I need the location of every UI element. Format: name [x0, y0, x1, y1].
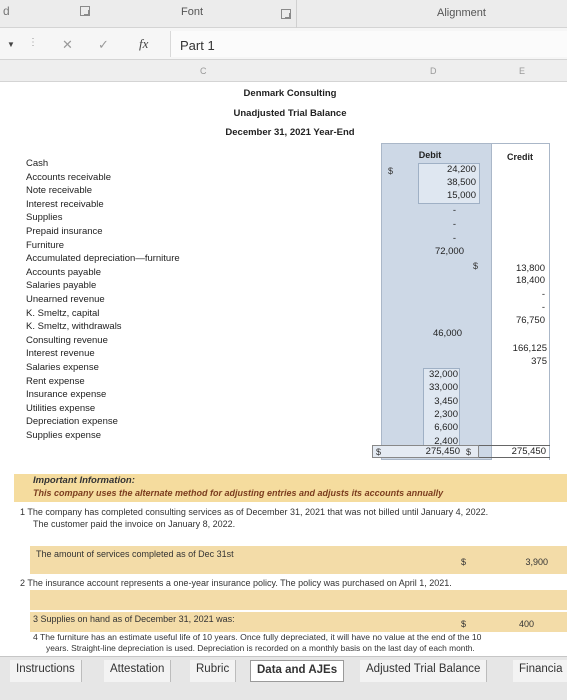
- debit-supplies[interactable]: -: [420, 219, 456, 230]
- tab-data-and-ajes[interactable]: Data and AJEs: [250, 660, 345, 682]
- account-name: Depreciation expense: [26, 416, 118, 428]
- debit-cash[interactable]: 24,200: [420, 164, 476, 175]
- account-name: Accounts receivable: [26, 171, 112, 183]
- tab-financial[interactable]: Financia: [513, 660, 567, 682]
- account-name: Supplies: [26, 212, 63, 224]
- question-4-line-2: years. Straight-line depreciation is use…: [46, 643, 475, 653]
- debit-heading: Debit: [418, 150, 442, 160]
- formula-value: Part 1: [180, 38, 215, 53]
- credit-salaries-payable[interactable]: -: [500, 289, 545, 300]
- namebox-dropdown-icon[interactable]: ▼: [7, 40, 15, 49]
- account-name: Consulting revenue: [26, 334, 108, 346]
- column-header-d[interactable]: D: [430, 66, 437, 76]
- dialog-launcher-icon[interactable]: [80, 6, 90, 16]
- credit-heading: Credit: [506, 152, 533, 162]
- credit-capital[interactable]: 76,750: [500, 315, 545, 326]
- question-4-line-1: 4 The furniture has an estimate useful l…: [33, 632, 482, 642]
- question-2-answer-band: [30, 590, 567, 610]
- credit-total[interactable]: 275,450: [496, 446, 546, 457]
- question-1-prompt: The amount of services completed as of D…: [36, 549, 234, 559]
- debit-insurance-expense[interactable]: 3,450: [420, 396, 458, 407]
- debit-prepaid-insurance[interactable]: -: [420, 233, 456, 244]
- report-title: Unadjusted Trial Balance: [233, 108, 347, 119]
- font-dialog-launcher-icon[interactable]: [281, 9, 291, 19]
- account-name: Salaries payable: [26, 280, 97, 292]
- ribbon-edge-text: d: [3, 4, 10, 18]
- debit-note-receivable[interactable]: 15,000: [420, 190, 476, 201]
- credit-accum-depreciation[interactable]: 13,800: [500, 263, 545, 274]
- debit-total[interactable]: 275,450: [410, 446, 460, 457]
- account-name: K. Smeltz, capital: [26, 307, 100, 319]
- question-3-prompt: 3 Supplies on hand as of December 31, 20…: [33, 614, 235, 624]
- account-name: Insurance expense: [26, 389, 107, 401]
- formula-input[interactable]: [170, 31, 567, 57]
- debit-interest-receivable[interactable]: -: [420, 205, 456, 216]
- cash-dollar-sign: $: [388, 166, 394, 176]
- enter-icon[interactable]: ✓: [98, 37, 109, 53]
- account-name: Accounts payable: [26, 266, 101, 278]
- debit-accounts-receivable[interactable]: 38,500: [420, 177, 476, 188]
- account-name: Interest receivable: [26, 198, 104, 210]
- debit-furniture[interactable]: 72,000: [420, 246, 464, 257]
- tab-adjusted-trial-balance[interactable]: Adjusted Trial Balance: [360, 660, 488, 682]
- company-name: Denmark Consulting: [243, 88, 337, 99]
- insert-function-icon[interactable]: fx: [139, 36, 148, 52]
- account-name: Supplies expense: [26, 429, 101, 441]
- debit-total-dollar-sign: $: [376, 447, 382, 457]
- info-title: Important Information:: [33, 475, 135, 486]
- tab-attestation[interactable]: Attestation: [104, 660, 172, 682]
- question-1-line-1: 1 The company has completed consulting s…: [20, 507, 489, 517]
- report-date: December 31, 2021 Year-End: [225, 127, 355, 138]
- account-name: Utilities expense: [26, 402, 96, 414]
- debit-utilities-expense[interactable]: 2,300: [420, 409, 458, 420]
- accum-dollar-sign: $: [473, 261, 479, 271]
- account-name: Prepaid insurance: [26, 225, 103, 237]
- debit-rent-expense[interactable]: 33,000: [420, 382, 458, 393]
- credit-total-dollar-sign: $: [466, 447, 472, 457]
- account-name: Rent expense: [26, 375, 85, 387]
- credit-consulting-revenue[interactable]: 166,125: [500, 343, 547, 354]
- account-name: K. Smeltz, withdrawals: [26, 321, 122, 333]
- account-name: Salaries expense: [26, 361, 99, 373]
- credit-accounts-payable[interactable]: 18,400: [500, 275, 545, 286]
- tab-rubric[interactable]: Rubric: [190, 660, 237, 682]
- ribbon-separator: [296, 0, 297, 28]
- credit-interest-revenue[interactable]: 375: [500, 356, 547, 367]
- tab-instructions[interactable]: Instructions: [10, 660, 82, 682]
- account-name: Furniture: [26, 239, 65, 251]
- info-subtitle: This company uses the alternate method f…: [33, 488, 444, 498]
- column-header-e[interactable]: E: [519, 66, 525, 76]
- font-group-label: Font: [181, 6, 204, 18]
- column-header-c[interactable]: C: [200, 66, 207, 76]
- question-1-dollar-sign: $: [461, 557, 467, 567]
- question-3-answer[interactable]: 400: [506, 619, 534, 631]
- cancel-icon[interactable]: ✕: [62, 37, 73, 53]
- debit-depreciation-expense[interactable]: 6,600: [420, 422, 458, 433]
- more-options-icon[interactable]: ⋮: [28, 37, 38, 48]
- account-name: Interest revenue: [26, 348, 95, 360]
- column-header-bar: [0, 60, 567, 82]
- account-name: Accumulated depreciation—furniture: [26, 253, 180, 265]
- debit-withdrawals[interactable]: 46,000: [420, 328, 462, 339]
- question-3-dollar-sign: $: [461, 619, 467, 629]
- question-1-answer[interactable]: 3,900: [506, 557, 548, 569]
- credit-unearned-revenue[interactable]: -: [500, 302, 545, 313]
- alignment-group-label: Alignment: [437, 7, 486, 19]
- debit-salaries-expense[interactable]: 32,000: [420, 369, 458, 380]
- question-1-line-2: The customer paid the invoice on January…: [33, 519, 236, 529]
- account-list: Cash Accounts receivable Note receivable…: [26, 157, 180, 442]
- account-name: Cash: [26, 158, 49, 169]
- account-name: Unearned revenue: [26, 293, 105, 305]
- question-2-line-1: 2 The insurance account represents a one…: [20, 578, 452, 588]
- account-name: Note receivable: [26, 185, 93, 197]
